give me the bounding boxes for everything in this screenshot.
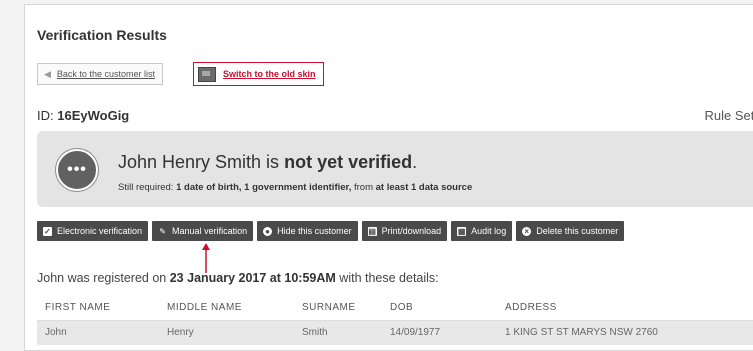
registration-date: 23 January 2017 at 10:59AM (169, 271, 336, 285)
id-value: 16EyWoGig (57, 108, 130, 123)
delete-customer-button[interactable]: × Delete this customer (516, 221, 625, 241)
delete-icon: × (522, 226, 532, 236)
column-header-first-name: FIRST NAME (45, 302, 111, 313)
cell-address: 1 KING ST ST MARYS NSW 2760 (505, 327, 658, 338)
requirements-list: 1 date of birth, 1 government identifier… (176, 182, 352, 193)
hide-customer-label: Hide this customer (277, 226, 352, 236)
requirements-from: from (353, 182, 373, 193)
page-title: Verification Results (37, 27, 167, 43)
print-download-label: Print/download (381, 226, 442, 236)
registration-prefix: John was registered on (37, 271, 167, 285)
status-name: John Henry Smith is (118, 152, 280, 172)
column-header-address: ADDRESS (505, 302, 557, 313)
skin-button-label: Switch to the old skin (223, 69, 316, 79)
cell-surname: Smith (302, 327, 328, 338)
red-arrow-annotation (202, 243, 210, 273)
manual-verification-label: Manual verification (172, 226, 248, 236)
print-icon: ▤ (367, 226, 377, 236)
delete-customer-label: Delete this customer (536, 226, 619, 236)
rule-set-label: Rule Set: R (704, 108, 753, 123)
cell-middle-name: Henry (167, 327, 194, 338)
action-toolbar: ✓ Electronic verification ✎ Manual verif… (37, 221, 625, 241)
electronic-verification-button[interactable]: ✓ Electronic verification (37, 221, 149, 241)
column-header-middle-name: MIDDLE NAME (167, 302, 242, 313)
back-button-label: Back to the customer list (56, 69, 155, 79)
details-table-header: FIRST NAME MIDDLE NAME SURNAME DOB ADDRE… (37, 296, 753, 321)
back-to-customer-list-button[interactable]: ◀ Back to the customer list (37, 63, 163, 85)
cell-first-name: John (45, 327, 67, 338)
status-state: not yet verified (284, 152, 413, 172)
switch-old-skin-button[interactable]: Switch to the old skin (193, 62, 324, 86)
arrow-left-icon: ◀ (44, 68, 51, 79)
audit-log-button[interactable]: ▦ Audit log (451, 221, 513, 241)
audit-log-label: Audit log (471, 226, 507, 236)
column-header-dob: DOB (390, 302, 414, 313)
registration-suffix: with these details: (339, 271, 439, 285)
verification-panel: Verification Results ◀ Back to the custo… (24, 4, 753, 351)
id-label: ID: (37, 108, 54, 123)
checkbox-icon: ✓ (43, 226, 52, 236)
manual-verification-button[interactable]: ✎ Manual verification (152, 221, 254, 241)
requirements-prefix: Still required: (118, 182, 174, 193)
table-row: John Henry Smith 14/09/1977 1 KING ST ST… (37, 321, 753, 345)
status-headline: John Henry Smith is not yet verified. (118, 152, 417, 173)
verification-status-box: ••• John Henry Smith is not yet verified… (37, 131, 753, 207)
customer-id: ID: 16EyWoGig (37, 108, 129, 123)
calendar-icon: ▦ (457, 226, 467, 236)
requirements-source: at least 1 data source (375, 182, 473, 193)
eye-icon: ● (263, 226, 273, 236)
edit-icon: ✎ (159, 226, 166, 236)
ellipsis-icon: ••• (56, 149, 98, 191)
skin-thumbnail-icon (198, 66, 216, 82)
cell-dob: 14/09/1977 (390, 327, 441, 338)
status-period: . (412, 152, 418, 172)
column-header-surname: SURNAME (302, 302, 356, 313)
hide-customer-button[interactable]: ● Hide this customer (257, 221, 358, 241)
electronic-verification-label: Electronic verification (57, 226, 143, 236)
status-requirements: Still required: 1 date of birth, 1 gover… (118, 182, 472, 193)
print-download-button[interactable]: ▤ Print/download (361, 221, 448, 241)
registration-details: John was registered on 23 January 2017 a… (37, 271, 439, 285)
